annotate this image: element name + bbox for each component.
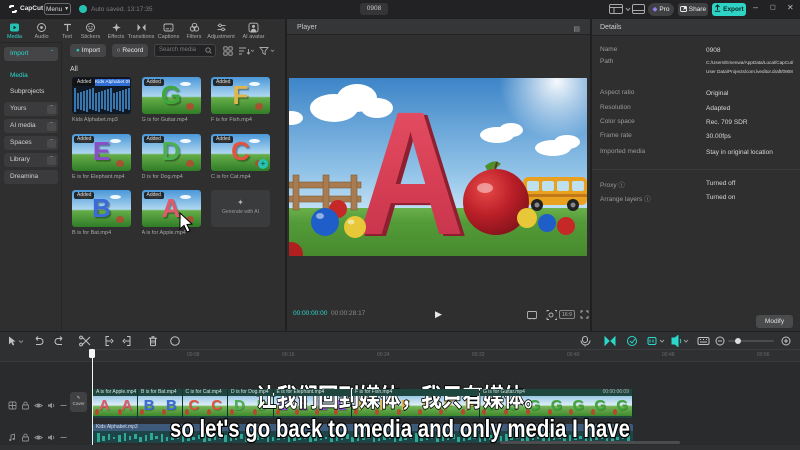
svg-text:so let's go back to media and: so let's go back to media and only media… [170,415,630,443]
